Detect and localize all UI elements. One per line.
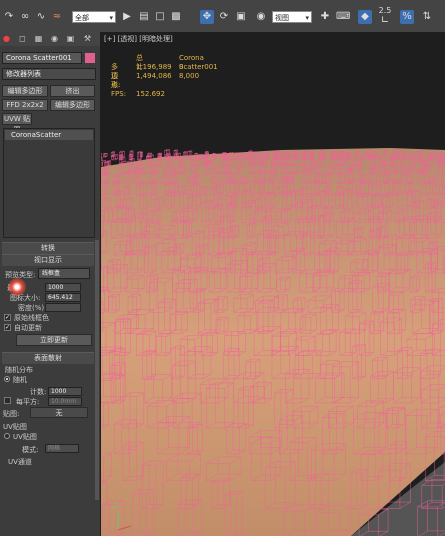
uv-channel-label: UV通道 <box>8 458 32 466</box>
rollout-surface-scatter[interactable]: 表面散射 <box>2 352 94 364</box>
snap-icon[interactable]: ◆ <box>358 10 372 24</box>
fps-value: 152.692 <box>136 90 165 98</box>
command-panel-tabs: ● ◻ ▦ ◉ ▣ ⚒ <box>0 32 100 46</box>
create-icon[interactable]: ● <box>1 33 12 44</box>
move-icon[interactable]: ✥ <box>200 10 214 24</box>
spinner-snap-icon[interactable]: ⇅ <box>420 10 434 24</box>
motion-icon[interactable]: ◉ <box>49 33 60 44</box>
uv-map-radio-label: UV贴图 <box>13 433 37 441</box>
bind-space-warp-icon[interactable]: ≈ <box>50 10 64 24</box>
link-icon[interactable]: ∞ <box>18 10 32 24</box>
percent-snap-icon[interactable]: % <box>400 10 414 24</box>
mode-dropdown[interactable]: 网格 <box>45 444 79 453</box>
density-label: 密度(%): <box>18 304 47 312</box>
viewport-label[interactable]: [+] [透视] [明暗处理] <box>104 34 173 44</box>
polygons-total: 1,196,989 <box>136 63 172 71</box>
max-spinner[interactable]: 1000 <box>45 283 81 292</box>
per-area-label: 每平方: <box>16 398 40 406</box>
object-color-swatch[interactable] <box>85 53 95 63</box>
svg-text:Z: Z <box>113 502 118 510</box>
modifier-stack: CoronaScatter <box>3 128 95 238</box>
select-by-name-icon[interactable]: ▤ <box>137 10 151 24</box>
map-label: 贴图: <box>3 410 20 418</box>
stack-item-coronascatter[interactable]: CoronaScatter <box>5 130 93 140</box>
main-toolbar: ↷ ∞ ∿ ≈ 全部 ▶ ▤ □ ▩ ✥ ⟳ ▣ ◉ 视图 ✚ ⌨ ◆ 2.5 … <box>0 0 445 33</box>
rotate-icon[interactable]: ⟳ <box>217 10 231 24</box>
command-panel: ● ◻ ▦ ◉ ▣ ⚒ Corona Scatter001 修改器列表 编辑多边… <box>0 32 101 536</box>
edit-poly-button[interactable]: 编辑多边形 <box>2 85 48 97</box>
select-manipulate-icon[interactable]: ✚ <box>318 10 332 24</box>
icon-size-spinner[interactable]: 645.412 <box>45 293 81 302</box>
rollout-transform[interactable]: 转换 <box>2 242 94 254</box>
angle-snap-icon[interactable]: ∟ <box>378 14 392 28</box>
update-now-button[interactable]: 立即更新 <box>16 334 92 346</box>
per-area-spinner[interactable]: 10.0mm <box>48 397 82 406</box>
mode-label: 模式: <box>22 446 39 454</box>
stats-object-label: Corona Scatter001 <box>179 54 218 71</box>
preview-type-dropdown[interactable]: 线框盒 <box>38 268 90 279</box>
uvw-map-button[interactable]: UVW 贴图 <box>2 113 32 134</box>
auto-update-label: 自动更新 <box>14 324 42 332</box>
window-crossing-icon[interactable]: ▩ <box>169 10 183 24</box>
uv-map-radio[interactable] <box>4 433 10 439</box>
map-button[interactable]: 无 <box>30 407 88 418</box>
scatter-wireframe-scene: Z <box>101 148 445 536</box>
orig-color-checkbox[interactable]: ✓ <box>4 314 11 321</box>
object-name-field[interactable]: Corona Scatter001 <box>2 52 82 64</box>
rollout-viewport-display[interactable]: 视口显示 <box>2 254 94 266</box>
pivot-icon[interactable]: ◉ <box>254 10 268 24</box>
reference-coord-dropdown[interactable]: 视图 <box>272 11 312 24</box>
vertices-object: 8,000 <box>179 72 200 80</box>
selection-filter-dropdown[interactable]: 全部 <box>72 11 116 24</box>
vertices-label: 顶点: <box>111 72 121 89</box>
edit-patch-button[interactable]: 编辑多边形 <box>50 99 95 111</box>
count-spinner[interactable]: 1000 <box>48 387 82 396</box>
display-icon[interactable]: ▣ <box>65 33 76 44</box>
orig-color-label: 原始线框色 <box>14 314 49 322</box>
unlink-icon[interactable]: ∿ <box>34 10 48 24</box>
rect-region-icon[interactable]: □ <box>153 10 167 24</box>
count-label: 计数: <box>30 388 47 396</box>
arrow-icon[interactable]: ↷ <box>2 10 16 24</box>
ffd-button[interactable]: FFD 2x2x2 <box>2 99 48 111</box>
extrude-button[interactable]: 挤出 <box>50 85 95 97</box>
fps-label: FPS: <box>111 90 127 98</box>
random-distribution-label: 随机分布 <box>5 366 33 374</box>
random-radio[interactable] <box>4 376 10 382</box>
density-spinner[interactable] <box>45 303 81 312</box>
per-area-checkbox[interactable] <box>4 397 11 404</box>
panel-scrollbar[interactable] <box>95 240 99 500</box>
auto-update-checkbox[interactable]: ✓ <box>4 324 11 331</box>
vertices-total: 1,494,086 <box>136 72 172 80</box>
modifier-list-dropdown[interactable]: 修改器列表 <box>2 68 96 80</box>
polygons-object: 0 <box>179 63 184 71</box>
hierarchy-icon[interactable]: ▦ <box>33 33 44 44</box>
random-radio-label: 随机 <box>13 376 27 384</box>
select-object-icon[interactable]: ▶ <box>120 10 134 24</box>
cursor-highlight <box>8 278 26 296</box>
scale-icon[interactable]: ▣ <box>234 10 248 24</box>
uv-mapping-header: UV贴图 <box>3 423 27 431</box>
keyboard-shortcut-icon[interactable]: ⌨ <box>336 10 350 24</box>
utilities-icon[interactable]: ⚒ <box>82 33 93 44</box>
modify-icon[interactable]: ◻ <box>17 33 28 44</box>
perspective-viewport[interactable]: Z [+] [透视] [明暗处理] 总计 Corona Scatter001 多… <box>101 32 445 536</box>
